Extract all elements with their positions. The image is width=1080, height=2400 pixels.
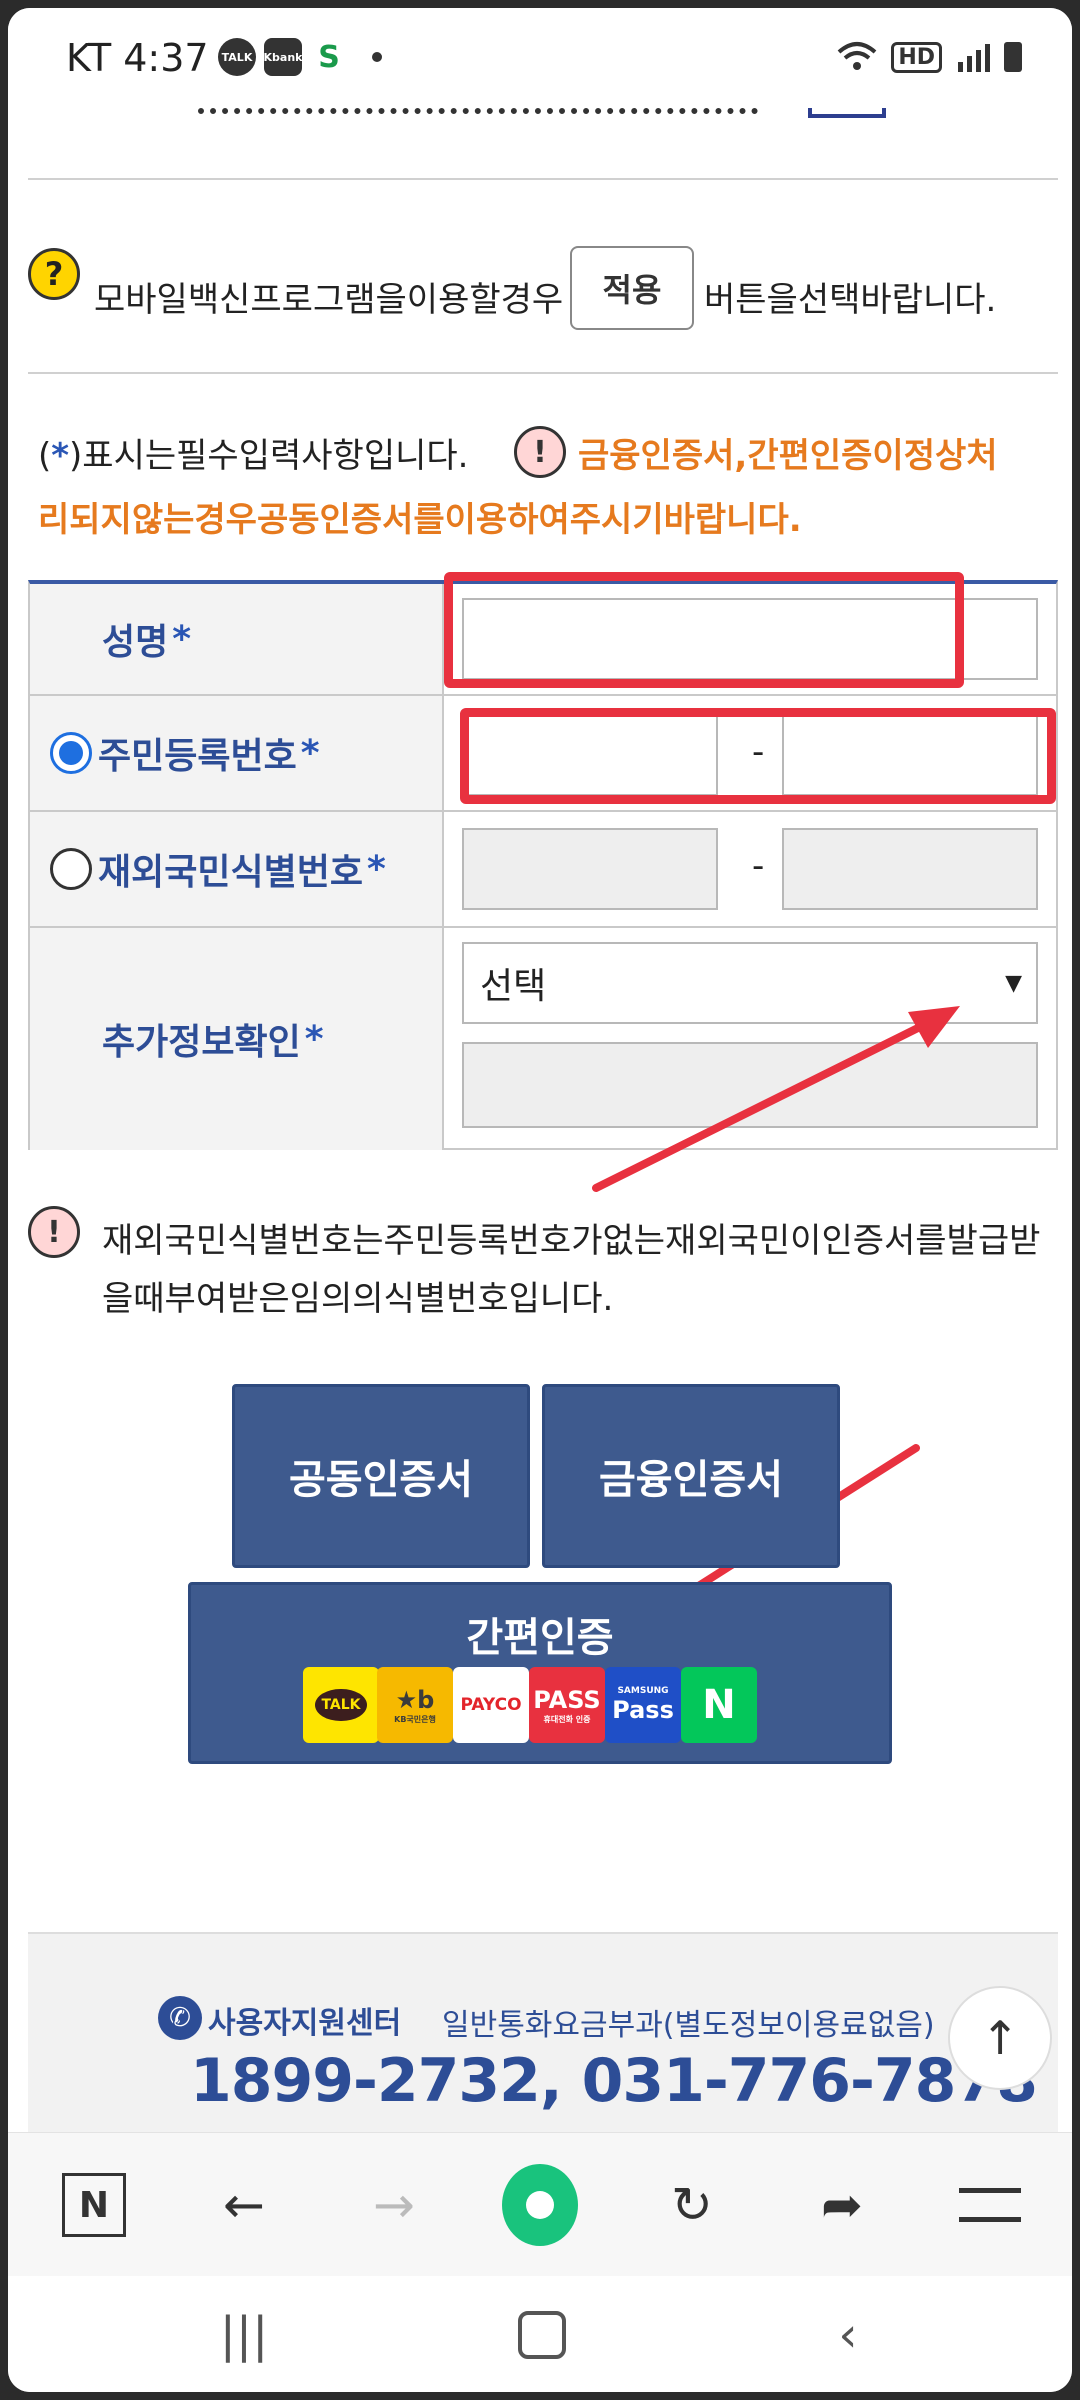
back-icon[interactable]: ← <box>206 2167 282 2243</box>
phone-icon: ✆ <box>158 1996 202 2040</box>
kakao-talk-icon[interactable]: TALK <box>303 1667 379 1743</box>
browser-toolbar: N ← → ↻ ➦ <box>8 2132 1072 2277</box>
menu-icon[interactable] <box>952 2167 1028 2243</box>
pass-icon[interactable]: PASS 휴대전화 인증 <box>529 1667 605 1743</box>
naver-home-icon[interactable]: N <box>56 2167 132 2243</box>
provider-sub-label: SAMSUNG <box>617 1686 669 1696</box>
battery-icon <box>1004 42 1022 72</box>
signal-icon <box>958 44 990 72</box>
forward-icon[interactable]: → <box>356 2167 432 2243</box>
wifi-icon <box>837 42 877 70</box>
provider-label: PAYCO <box>460 1695 522 1715</box>
simple-auth-button[interactable]: 간편인증 TALK ★b KB국민은행 PAYCO PASS 휴대전화 인증 SAMSUNG… <box>188 1582 892 1764</box>
kb-bank-icon[interactable]: ★b KB국민은행 <box>377 1667 453 1743</box>
provider-sub-label: 휴대전화 인증 <box>543 1714 591 1724</box>
annotation-arrow-select <box>592 1014 942 1192</box>
provider-sub-label: KB국민은행 <box>394 1714 436 1724</box>
financial-certificate-button[interactable]: 금융인증서 <box>542 1384 840 1568</box>
hd-icon: HD <box>891 41 942 73</box>
kbank-icon: Kbank <box>264 38 302 76</box>
info-warning-icon: ! <box>28 1206 80 1258</box>
status-bar: KT 4:37 TALK Kbank S HD <box>8 8 1072 108</box>
support-fee-note: 일반통화요금부과(별도정보이용료없음) <box>442 2008 935 2043</box>
recent-apps-icon[interactable]: ||| <box>204 2300 284 2370</box>
refresh-icon[interactable]: ↻ <box>654 2167 730 2243</box>
provider-label: Pass <box>612 1696 674 1724</box>
naver-icon[interactable]: N <box>681 1667 757 1743</box>
payco-icon[interactable]: PAYCO <box>453 1667 529 1743</box>
support-footer: ✆ 사용자지원센터 일반통화요금부과(별도정보이용료없음) 1899-2732,… <box>28 1932 1058 2134</box>
provider-label: N <box>702 1682 736 1728</box>
support-phone-number: 1899-2732, 031-776-7878 <box>190 2046 1038 2116</box>
overseas-id-note: 재외국민식별번호는주민등록번호가없는재외국민이인증서를발급받을때부여받은임의의식… <box>102 1221 1041 1319</box>
green-dot-icon[interactable] <box>502 2164 578 2246</box>
provider-label: ★b <box>395 1685 435 1714</box>
scroll-to-top-button[interactable]: ↑ <box>948 1986 1052 2090</box>
home-icon[interactable] <box>502 2300 582 2370</box>
talk-icon: TALK <box>218 38 256 76</box>
status-time: KT 4:37 <box>66 36 209 80</box>
samsung-pass-icon[interactable]: SAMSUNG Pass <box>605 1667 681 1743</box>
status-right-icons: HD <box>837 40 1022 74</box>
phone-screen: KT 4:37 TALK Kbank S HD ? 모바일백신프로그램을이용할경… <box>8 8 1072 2392</box>
system-back-icon[interactable]: ‹ <box>808 2300 888 2370</box>
joint-certificate-button[interactable]: 공동인증서 <box>232 1384 530 1568</box>
simple-auth-label: 간편인증 <box>466 1615 614 1661</box>
provider-label: TALK <box>315 1689 367 1721</box>
share-icon[interactable]: ➦ <box>804 2167 880 2243</box>
provider-label: PASS <box>533 1685 601 1714</box>
support-center-label: 사용자지원센터 <box>208 2006 402 2041</box>
dot-icon <box>372 52 382 62</box>
system-nav-bar: ||| ‹ <box>8 2276 1072 2392</box>
shinhan-icon: S <box>310 38 348 76</box>
